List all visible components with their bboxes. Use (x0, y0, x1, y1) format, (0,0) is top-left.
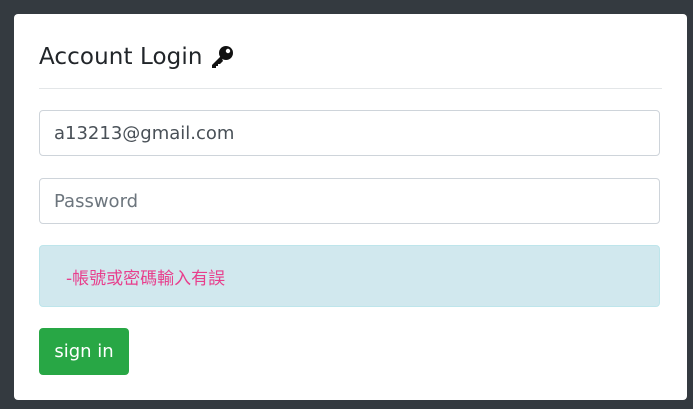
sign-in-button[interactable]: sign in (39, 328, 129, 375)
password-field[interactable] (39, 178, 660, 224)
card-header: Account Login (39, 40, 662, 89)
page-title-text: Account Login (39, 44, 203, 70)
error-alert: -帳號或密碼輸入有誤 (39, 245, 660, 307)
error-message: -帳號或密碼輸入有誤 (66, 268, 226, 289)
page-title: Account Login (39, 40, 662, 74)
key-icon (209, 44, 235, 70)
email-field[interactable] (39, 110, 660, 156)
login-card: Account Login -帳號或密碼輸入有誤 sign in (14, 14, 687, 400)
